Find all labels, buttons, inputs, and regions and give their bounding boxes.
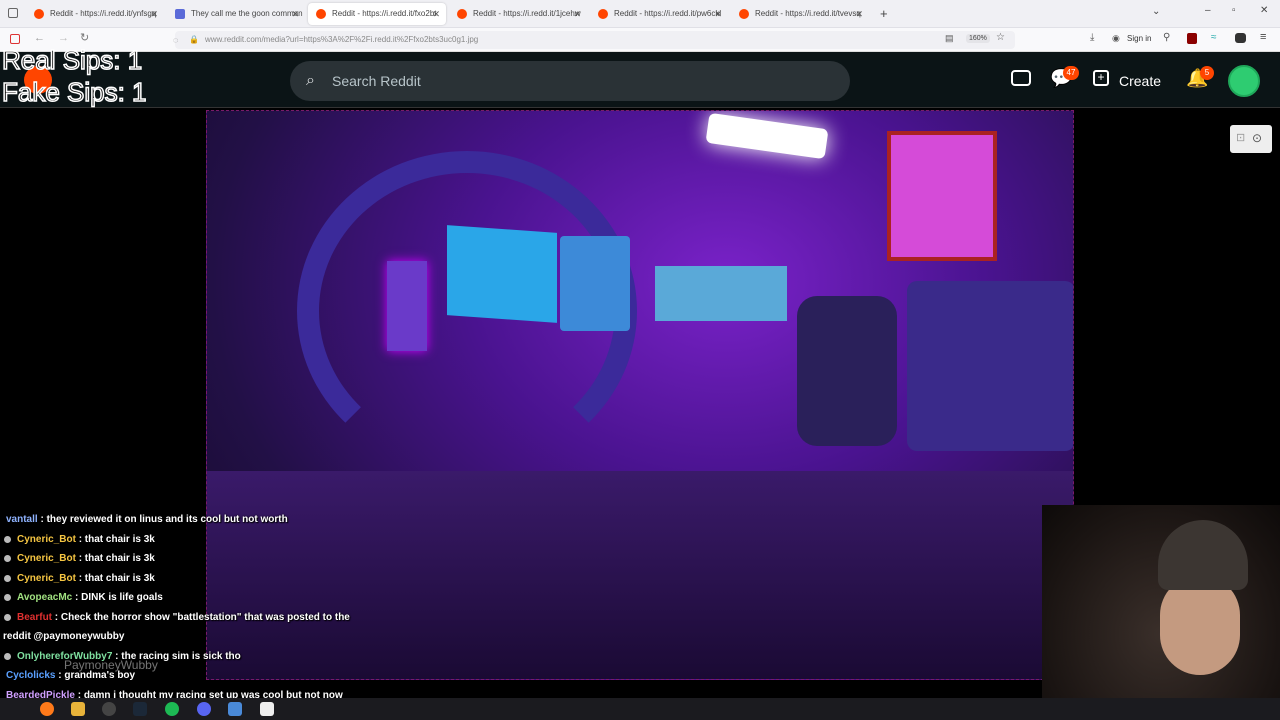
badge-icon — [4, 535, 11, 543]
tab-6[interactable]: Reddit - https://i.redd.it/tvevsq ✕ — [731, 3, 869, 25]
close-icon[interactable]: ✕ — [855, 3, 863, 25]
streamer-face — [1160, 575, 1240, 675]
extensions-icon[interactable]: ⚲ — [1163, 32, 1170, 43]
channel-watermark: PaymoneyWubby — [64, 658, 158, 672]
address-bar[interactable]: ◌ 🔒 www.reddit.com/media?url=https%3A%2F… — [173, 31, 1015, 49]
monitor-racing — [655, 266, 787, 321]
app-icon[interactable] — [260, 702, 274, 716]
navigation-bar: ← → ↻ ◌ 🔒 www.reddit.com/media?url=https… — [0, 28, 1280, 52]
badge-icon — [4, 555, 11, 562]
badge-icon — [4, 652, 11, 660]
sips-counter: Real Sips: 1 Fake Sips: 1 — [1, 44, 147, 108]
maximize-icon[interactable]: ▫ — [1232, 5, 1236, 16]
extension-green-icon[interactable]: ≈ — [1211, 32, 1217, 43]
chat-badge: 47 — [1063, 66, 1079, 80]
discord-icon[interactable] — [197, 702, 211, 716]
avatar[interactable] — [1228, 65, 1260, 97]
url-text: www.reddit.com/media?url=https%3A%2F%2Fi… — [205, 35, 479, 44]
pc-case — [387, 261, 427, 351]
forward-icon[interactable]: → — [58, 32, 69, 44]
chat-message: Cyclolicks : grandma's boy — [6, 670, 136, 681]
tab-4[interactable]: Reddit - https://i.redd.it/1jcehw ✕ — [449, 3, 587, 25]
close-icon[interactable]: ✕ — [150, 3, 158, 25]
steam-icon[interactable] — [133, 702, 147, 716]
reddit-favicon-icon — [316, 9, 326, 19]
tab-5[interactable]: Reddit - https://i.redd.it/pw6ckl ✕ — [590, 3, 728, 25]
tab-2[interactable]: They call me the goon comman ✕ — [167, 3, 305, 25]
reddit-favicon-icon — [739, 9, 749, 19]
ublock-icon[interactable] — [1187, 33, 1197, 44]
reddit-favicon-icon — [457, 9, 467, 19]
tab-3[interactable]: Reddit - https://i.redd.it/fxo2bt ✕ — [308, 3, 446, 25]
reddit-header: ⌕ Search Reddit 💬 47 + Create 🔔 5 — [0, 52, 1280, 108]
extension-mask-icon[interactable] — [1235, 33, 1246, 43]
search-icon: ⌕ — [306, 72, 315, 89]
reload-icon[interactable]: ↻ — [80, 31, 89, 44]
badge-icon — [4, 574, 11, 582]
account-icon[interactable]: ◉ — [1112, 33, 1120, 44]
downloads-icon[interactable]: ⤓ — [1090, 32, 1094, 43]
close-icon[interactable]: ✕ — [432, 3, 440, 25]
media-controls: ⊙ ⊡ — [1230, 125, 1272, 153]
bookmark-star-icon[interactable]: ☆ — [996, 32, 1005, 43]
chat-message: AvopeacMc : DINK is life goals — [0, 588, 370, 608]
browser-tab-bar: Reddit - https://i.redd.it/ynfsgq ✕ They … — [0, 0, 1280, 28]
search-input[interactable]: ⌕ Search Reddit — [290, 61, 850, 101]
monitor-right — [560, 236, 630, 331]
taskbar — [0, 698, 1280, 720]
stream-chat: vantall : they reviewed it on linus and … — [0, 510, 370, 705]
close-icon[interactable]: ✕ — [573, 3, 581, 25]
menu-icon[interactable]: ≡ — [1260, 31, 1266, 43]
lock-icon: 🔒 — [189, 35, 199, 44]
pin-icon[interactable]: ⊡ — [1236, 131, 1245, 144]
chat-message: Bearfut : Check the horror show "battles… — [0, 608, 370, 628]
create-plus-icon[interactable]: + — [1093, 70, 1109, 86]
minimize-icon[interactable]: – — [1205, 5, 1211, 16]
search-placeholder: Search Reddit — [332, 73, 421, 89]
zoom-level[interactable]: 160% — [966, 34, 990, 43]
firefox-icon[interactable] — [40, 702, 54, 716]
real-sips-label: Real Sips: 1 — [1, 44, 143, 76]
spotify-icon[interactable] — [165, 702, 179, 716]
fake-sips-label: Fake Sips: 1 — [1, 76, 147, 108]
couch — [907, 281, 1073, 451]
chat-message: OnlyhereforWubby7 : the racing sim is si… — [0, 647, 370, 667]
create-button[interactable]: Create — [1119, 73, 1161, 89]
close-icon[interactable]: ✕ — [714, 3, 722, 25]
chat-message-continued: reddit @paymoneywubby — [3, 631, 125, 642]
badge-icon — [4, 594, 11, 601]
chat-message: vantall : they reviewed it on linus and … — [6, 514, 288, 525]
reddit-favicon-icon — [34, 9, 44, 19]
advertise-icon[interactable] — [1011, 70, 1031, 86]
sign-in-link[interactable]: Sign in — [1127, 34, 1151, 43]
list-tabs-icon[interactable]: ⌄ — [1152, 6, 1160, 17]
sidebar-icon[interactable] — [10, 34, 20, 44]
scroll-top-icon[interactable]: ⊙ — [1252, 131, 1262, 145]
doc-favicon-icon — [175, 9, 185, 19]
tab-1[interactable]: Reddit - https://i.redd.it/ynfsgq ✕ — [26, 3, 164, 25]
chat-message: Cyneric_Bot : that chair is 3k — [0, 569, 370, 589]
shield-icon: ◌ — [173, 35, 179, 45]
tab-list-icon[interactable] — [8, 8, 18, 18]
badge-icon — [4, 613, 11, 621]
chat-message: Cyneric_Bot : that chair is 3k — [0, 530, 370, 550]
hex-lights — [705, 112, 829, 160]
back-icon[interactable]: ← — [34, 32, 45, 44]
close-icon[interactable]: ✕ — [291, 3, 299, 25]
new-tab-icon[interactable]: + — [880, 6, 888, 21]
notification-badge: 5 — [1200, 66, 1214, 80]
monitor-left — [447, 225, 557, 323]
file-explorer-icon[interactable] — [71, 702, 85, 716]
chat-message: Cyneric_Bot : that chair is 3k — [0, 549, 370, 569]
reader-icon[interactable]: ▤ — [945, 33, 954, 44]
window-close-icon[interactable]: ✕ — [1260, 5, 1268, 16]
window — [887, 131, 997, 261]
reddit-favicon-icon — [598, 9, 608, 19]
notepad-icon[interactable] — [228, 702, 242, 716]
obs-icon[interactable] — [102, 702, 116, 716]
racing-seat — [797, 296, 897, 446]
